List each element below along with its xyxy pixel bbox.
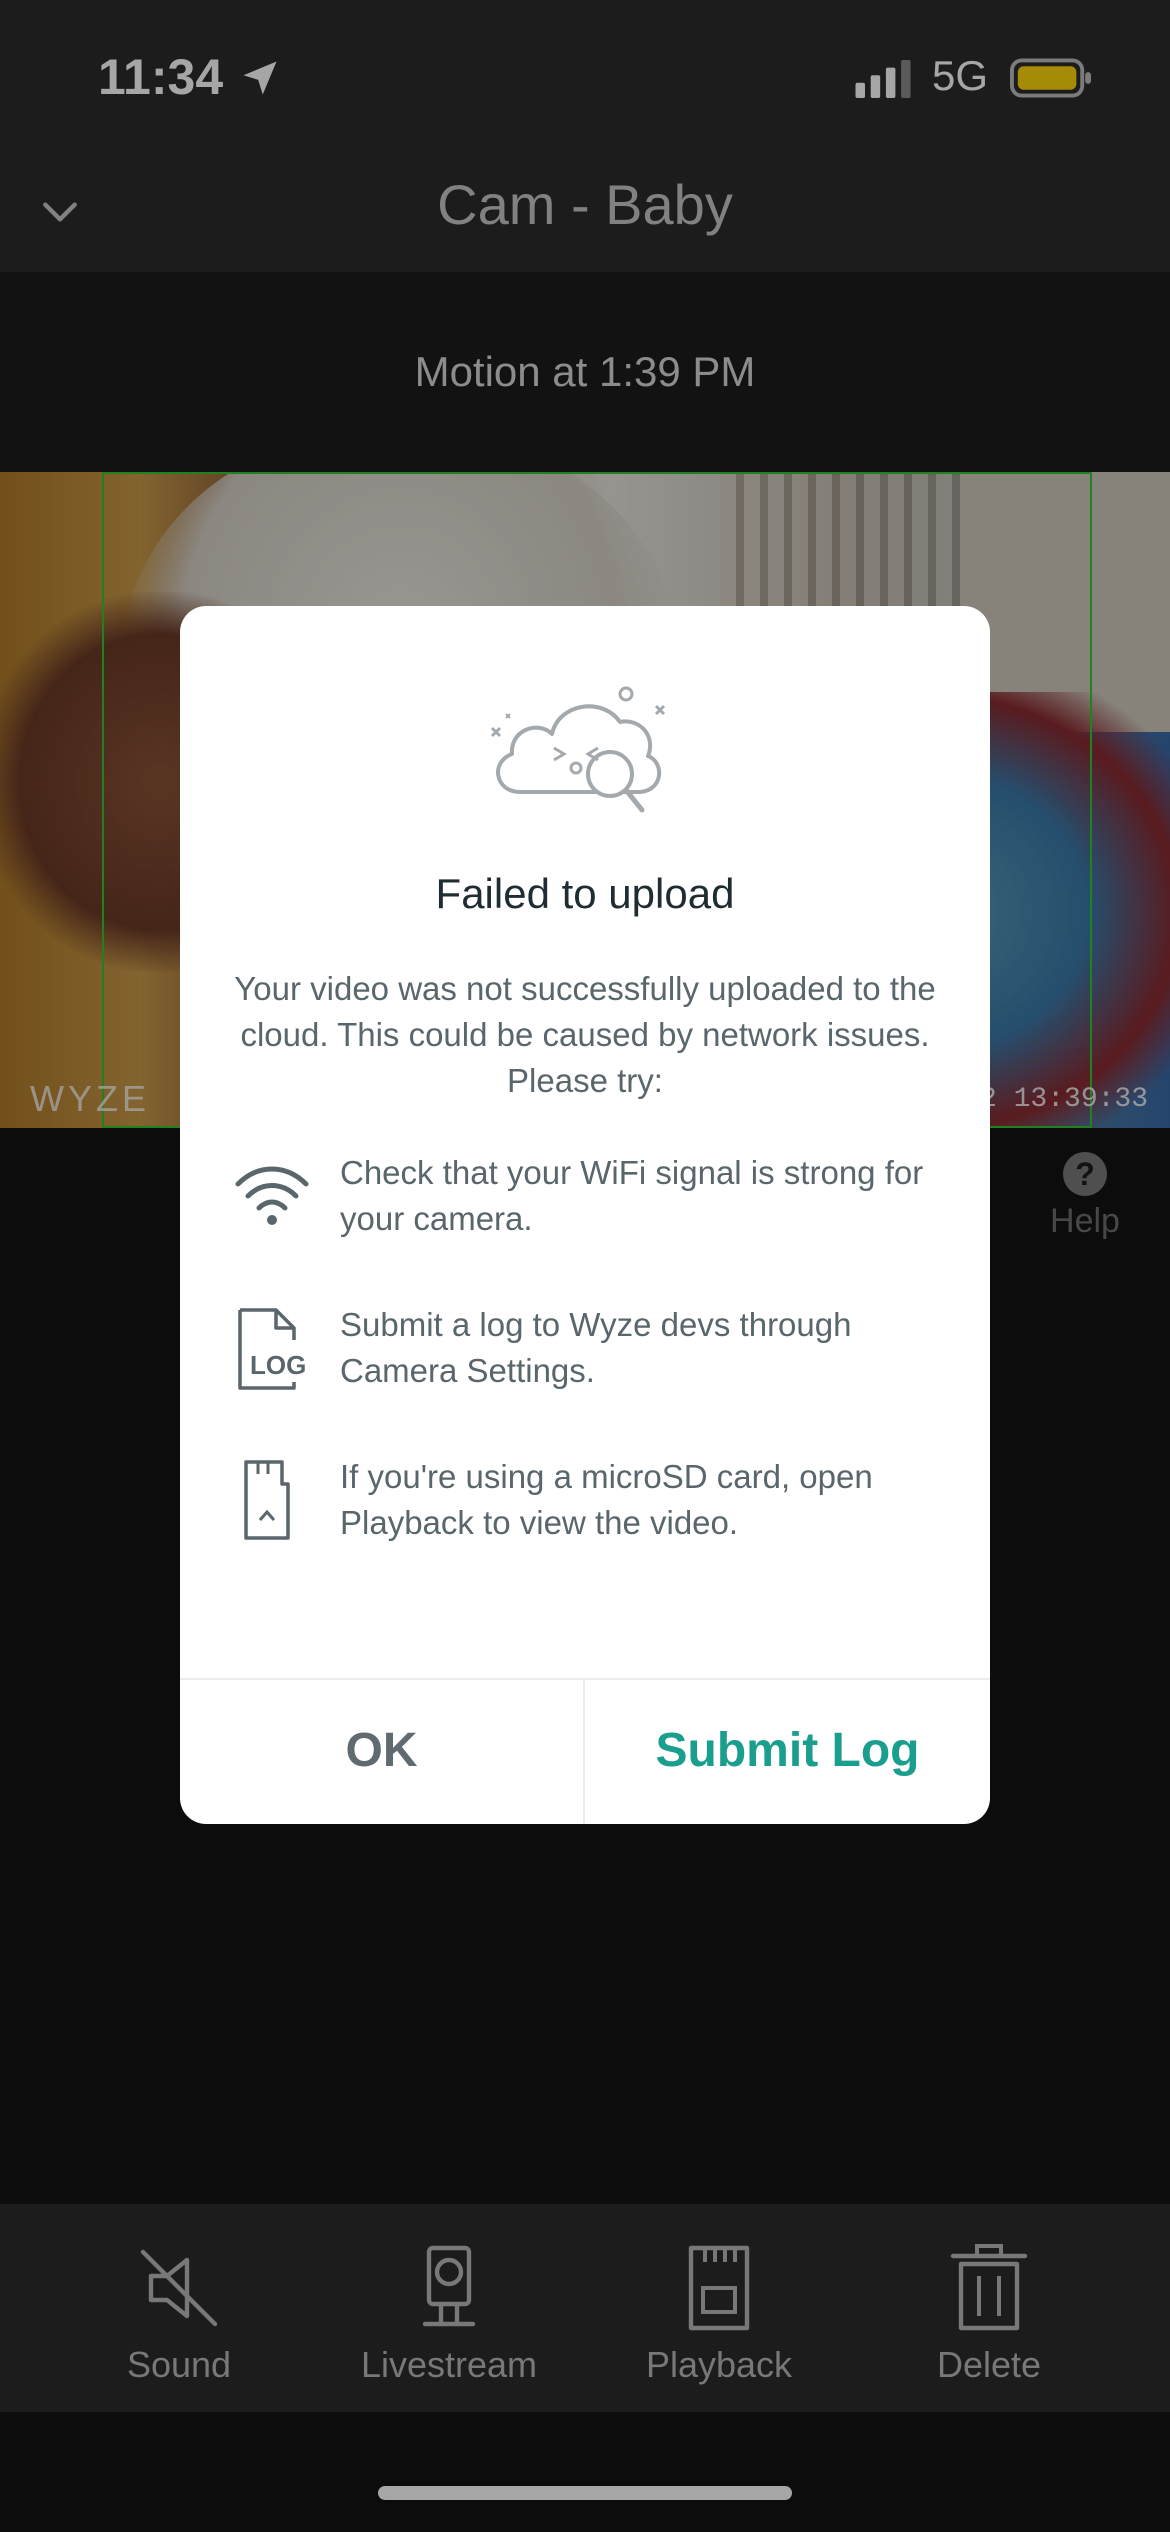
log-file-icon: LOG [238,1308,306,1390]
dialog-title: Failed to upload [435,870,735,917]
tip-log: LOG Submit a log to Wyze devs through Ca… [232,1302,952,1402]
dialog-description: Your video was not successfully uploaded… [234,970,936,1099]
wifi-icon [235,1166,309,1225]
upload-failed-dialog: Failed to upload Your video was not succ… [180,606,990,1824]
tip-microsd-text: If you're using a microSD card, open Pla… [340,1458,873,1541]
log-icon-text: LOG [250,1350,306,1380]
cloud-search-icon [490,686,666,813]
tip-log-text: Submit a log to Wyze devs through Camera… [340,1306,852,1389]
tip-wifi: Check that your WiFi signal is strong fo… [232,1150,952,1250]
dialog-actions: OK Submit Log [180,1678,990,1824]
tip-wifi-text: Check that your WiFi signal is strong fo… [340,1154,924,1237]
submit-log-button[interactable]: Submit Log [585,1680,990,1824]
microsd-card-icon [244,1460,290,1540]
ok-button[interactable]: OK [180,1680,585,1824]
tip-microsd: If you're using a microSD card, open Pla… [232,1454,952,1554]
